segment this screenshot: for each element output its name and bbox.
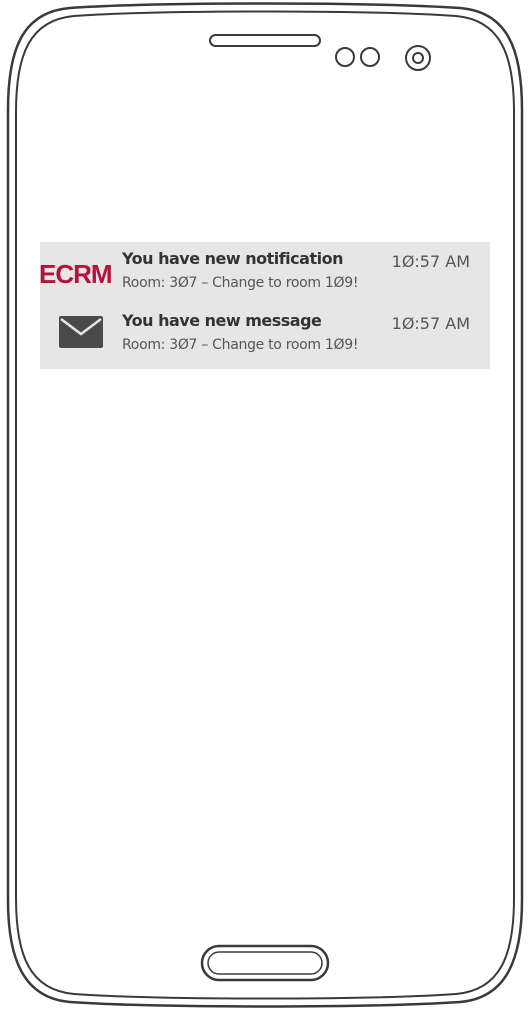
sensor-dot — [335, 47, 355, 67]
sensor-dot — [360, 47, 380, 67]
phone-frame — [6, 2, 524, 1008]
notification-body: Room: 3Ø7 – Change to room 1Ø9! — [122, 275, 359, 291]
notification-title: You have new notification — [122, 249, 343, 268]
notification-item[interactable]: ECRM You have new notification Room: 3Ø7… — [39, 246, 490, 302]
notification-item[interactable]: You have new message Room: 3Ø7 – Change … — [40, 308, 490, 364]
front-camera-icon — [405, 45, 431, 71]
speaker-grille — [209, 34, 321, 47]
notification-body: Room: 3Ø7 – Change to room 1Ø9! — [122, 337, 359, 353]
notification-panel: ECRM You have new notification Room: 3Ø7… — [39, 242, 490, 369]
notification-title: You have new message — [122, 311, 322, 330]
home-button — [200, 944, 330, 982]
envelope-icon — [59, 316, 103, 348]
ecrm-logo-icon: ECRM — [39, 259, 113, 289]
notification-time: 1Ø:57 AM — [391, 314, 470, 333]
notification-time: 1Ø:57 AM — [391, 252, 470, 271]
